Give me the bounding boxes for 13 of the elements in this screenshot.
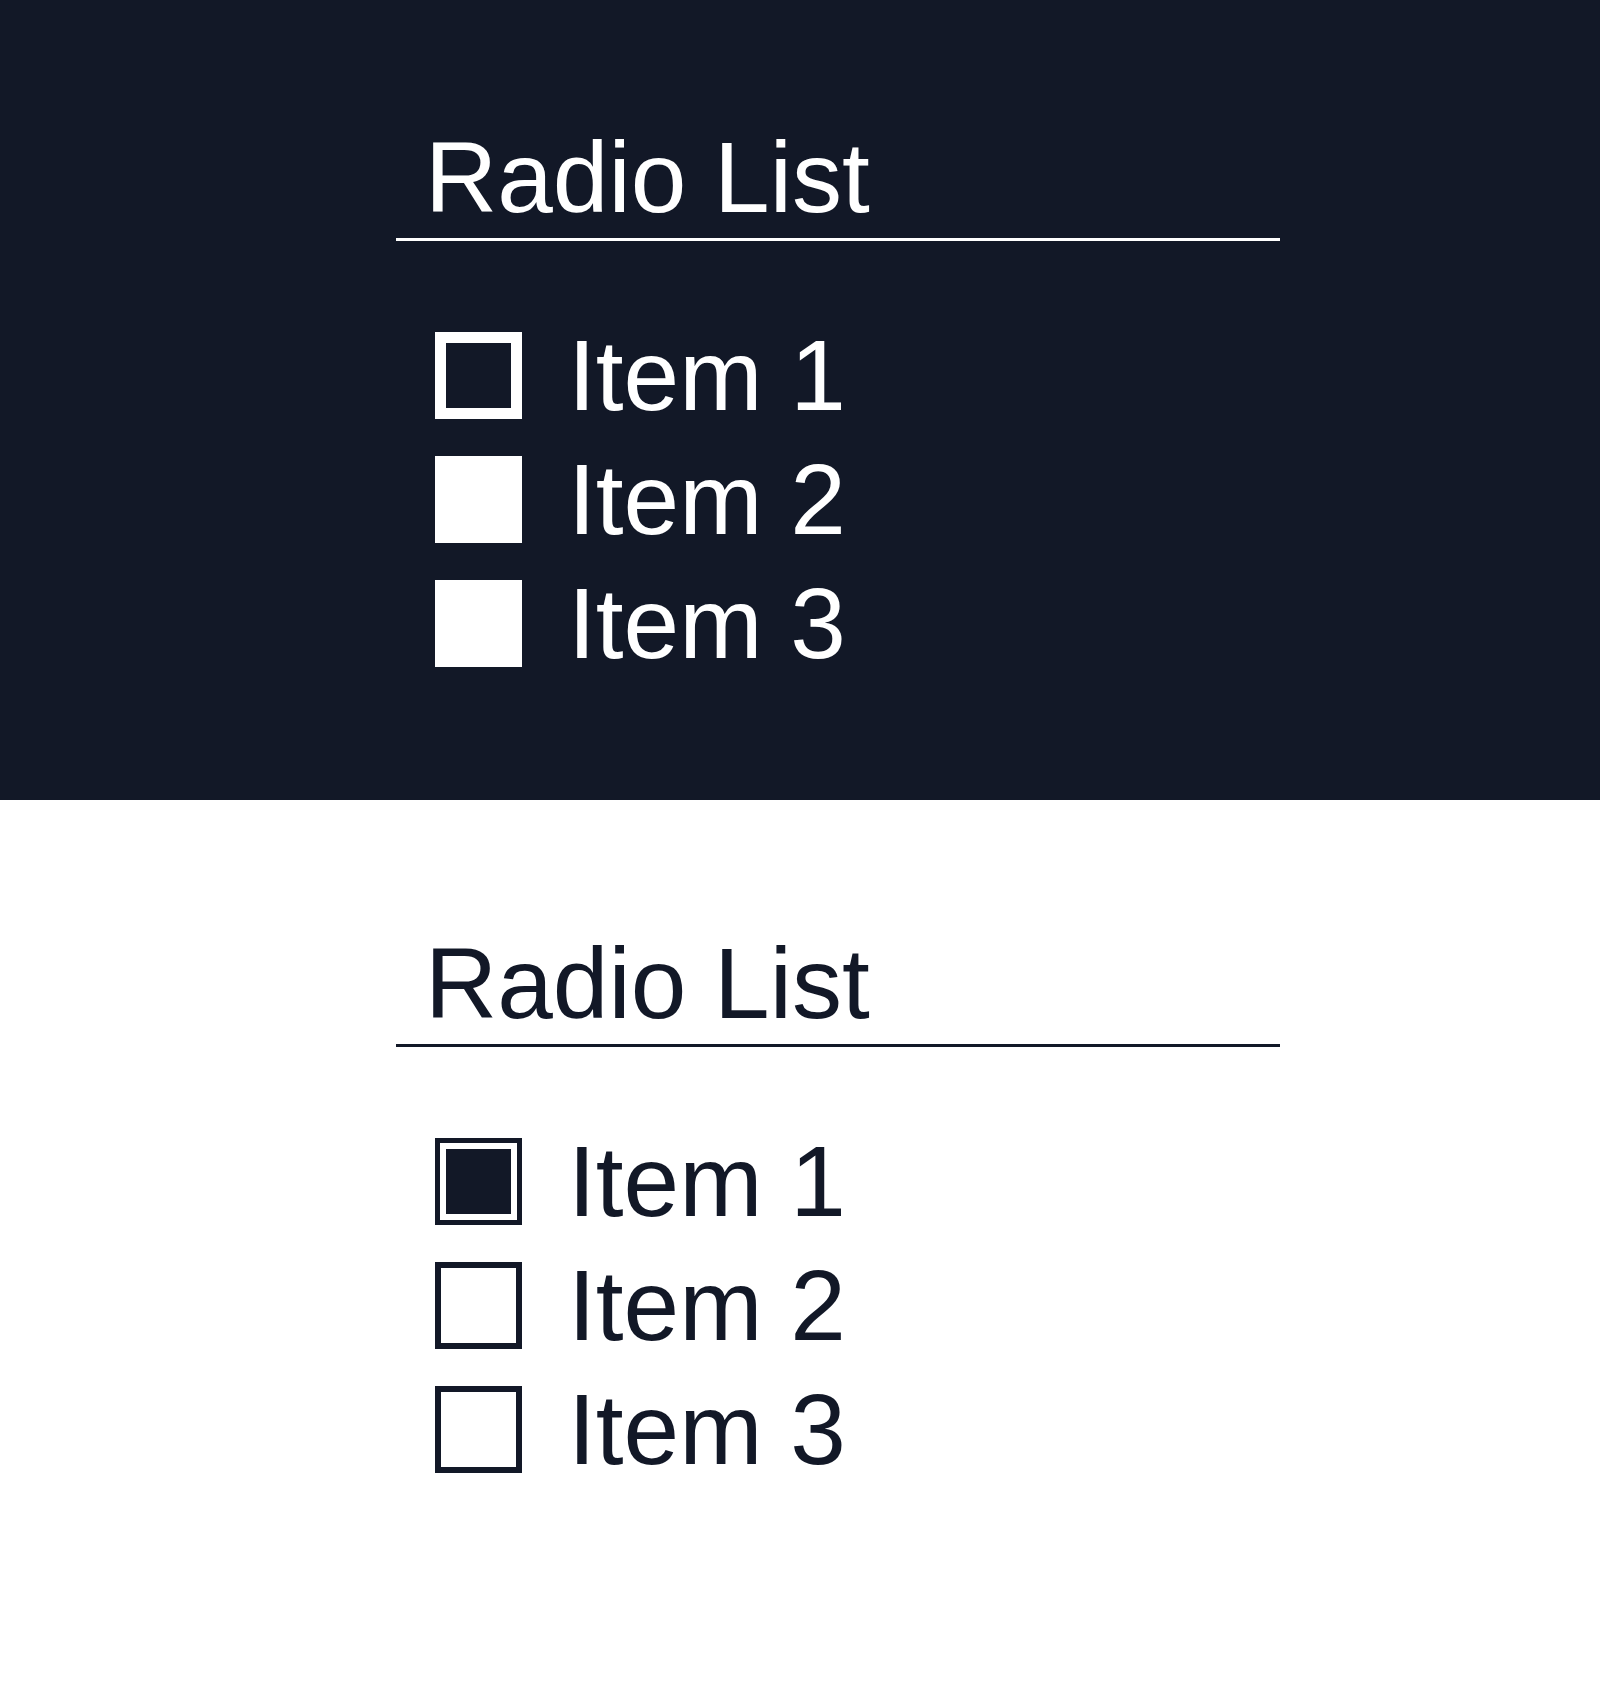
option-label[interactable]: Item 3 [568,1379,846,1479]
list-title: Radio List [425,127,870,227]
list-title: Radio List [425,933,870,1033]
option-label[interactable]: Item 1 [568,1131,846,1231]
radio-button[interactable] [435,455,522,543]
option-label[interactable]: Item 2 [568,449,846,549]
radio-button[interactable] [435,1137,522,1225]
option-label[interactable]: Item 1 [568,325,846,425]
radio-button[interactable] [435,1385,522,1473]
option-label[interactable]: Item 3 [568,573,846,673]
radio-button[interactable] [435,579,522,667]
option-label[interactable]: Item 2 [568,1255,846,1355]
radio-button[interactable] [435,1261,522,1349]
